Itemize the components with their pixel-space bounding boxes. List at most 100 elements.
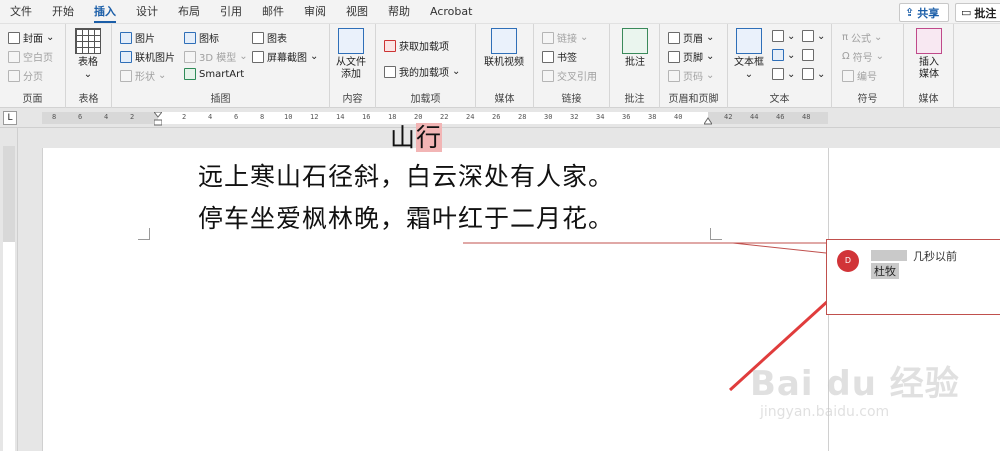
- blank-page-button[interactable]: 空白页: [8, 49, 53, 64]
- numbering-button[interactable]: 编号: [842, 68, 877, 83]
- numbering-icon: [842, 69, 854, 82]
- comments-button[interactable]: ▭ 批注: [955, 3, 1000, 22]
- drop-cap-button[interactable]: ⌄: [772, 68, 795, 80]
- document-search-icon: [338, 28, 364, 54]
- group-label-pages: 页面: [22, 94, 43, 105]
- signature-line-button[interactable]: ⌄: [802, 30, 825, 42]
- ruler-tick: 28: [518, 113, 527, 121]
- cross-reference-button[interactable]: 交叉引用: [542, 68, 597, 83]
- ruler-tick: 34: [596, 113, 605, 121]
- tab-mailings[interactable]: 邮件: [252, 0, 294, 24]
- commented-text[interactable]: 行: [416, 123, 443, 152]
- ruler-tick: 38: [648, 113, 657, 121]
- tab-home[interactable]: 开始: [42, 0, 84, 24]
- tab-acrobat[interactable]: Acrobat: [420, 0, 482, 24]
- table-icon: [75, 28, 101, 54]
- tab-selector[interactable]: L: [3, 111, 17, 125]
- ruler-tick: 30: [544, 113, 553, 121]
- textbox-button[interactable]: 文本框 ⌄: [734, 28, 764, 81]
- ruler-tick: 48: [802, 113, 811, 121]
- ruler-tick: 42: [724, 113, 733, 121]
- tab-view[interactable]: 视图: [336, 0, 378, 24]
- vertical-ruler-top-margin: [3, 146, 15, 242]
- chevron-down-icon: ⌄: [817, 30, 826, 42]
- comment-timestamp: 几秒以前: [913, 250, 957, 263]
- comment-text[interactable]: 杜牧: [871, 263, 899, 279]
- quick-parts-button[interactable]: ⌄: [772, 30, 795, 42]
- chevron-down-icon: ⌄: [706, 51, 715, 62]
- wordart-button[interactable]: ⌄: [772, 49, 795, 61]
- chevron-down-icon: ⌄: [239, 51, 248, 62]
- ruler-tick: 12: [310, 113, 319, 121]
- comment-card[interactable]: D 几秒以前 杜牧: [826, 239, 1000, 315]
- ruler-tick: 36: [622, 113, 631, 121]
- comment-author-redacted: [871, 250, 907, 261]
- table-button[interactable]: 表格 ⌄: [75, 28, 101, 81]
- tab-review[interactable]: 审阅: [294, 0, 336, 24]
- ruler-tick: 10: [284, 113, 293, 121]
- tab-references[interactable]: 引用: [210, 0, 252, 24]
- ruler-tick: 8: [52, 113, 57, 121]
- group-addins: 获取加载项 我的加载项 ⌄ 加载项: [376, 24, 476, 108]
- group-links: 链接 ⌄ 书签 交叉引用 链接: [534, 24, 610, 108]
- insert-media-button[interactable]: 插入 媒体: [916, 28, 942, 81]
- ruler-tick: 32: [570, 113, 579, 121]
- textbox-icon: [736, 28, 762, 54]
- from-file-button[interactable]: 从文件 添加: [336, 28, 366, 81]
- tab-file[interactable]: 文件: [0, 0, 42, 24]
- group-symbols: π 公式 ⌄ Ω 符号 ⌄ 编号 符号: [832, 24, 904, 108]
- group-label-tables: 表格: [78, 94, 99, 105]
- ruler-tick: 6: [78, 113, 83, 121]
- object-button[interactable]: ⌄: [802, 68, 825, 80]
- new-comment-button[interactable]: 批注: [622, 28, 648, 69]
- online-picture-button[interactable]: 联机图片: [120, 49, 175, 64]
- date-time-button[interactable]: [802, 49, 814, 61]
- bookmark-icon: [542, 50, 554, 63]
- tab-insert[interactable]: 插入: [84, 0, 126, 24]
- tab-help[interactable]: 帮助: [378, 0, 420, 24]
- header-button[interactable]: 页眉 ⌄: [668, 30, 714, 45]
- get-addins-button[interactable]: 获取加载项: [384, 38, 449, 53]
- page-number-icon: [668, 69, 680, 82]
- chart-button[interactable]: 图表: [252, 30, 287, 45]
- right-indent-marker[interactable]: [704, 112, 712, 126]
- page-number-button[interactable]: 页码 ⌄: [668, 68, 714, 83]
- screenshot-button[interactable]: 屏幕截图 ⌄: [252, 49, 318, 64]
- chevron-down-icon: ⌄: [874, 32, 883, 43]
- footer-button[interactable]: 页脚 ⌄: [668, 49, 714, 64]
- group-comments: 批注 批注: [610, 24, 660, 108]
- cover-page-button[interactable]: 封面 ⌄: [8, 30, 54, 45]
- ruler-tick: 2: [182, 113, 187, 121]
- drop-cap-icon: [772, 68, 784, 80]
- horizontal-ruler[interactable]: L 8 6 4 2 2 4 6 8 10 12 14 16 18 20 22 2…: [0, 108, 1000, 128]
- symbol-button[interactable]: Ω 符号 ⌄: [842, 49, 884, 64]
- chevron-down-icon: ⌄: [310, 51, 319, 62]
- ruler-tick: 16: [362, 113, 371, 121]
- signature-icon: [802, 30, 814, 42]
- pi-icon: π: [842, 32, 849, 43]
- icons-button[interactable]: 图标: [184, 30, 219, 45]
- online-video-button[interactable]: 联机视频: [484, 28, 524, 69]
- vertical-ruler-track[interactable]: [3, 146, 15, 451]
- vertical-ruler[interactable]: [0, 128, 18, 451]
- equation-button[interactable]: π 公式 ⌄: [842, 30, 882, 45]
- poem-title[interactable]: 山行: [390, 118, 443, 154]
- 3d-model-button[interactable]: 3D 模型 ⌄: [184, 49, 248, 64]
- tab-design[interactable]: 设计: [126, 0, 168, 24]
- shapes-button[interactable]: 形状 ⌄: [120, 68, 166, 83]
- poem-line-1[interactable]: 远上寒山石径斜，白云深处有人家。: [198, 157, 614, 193]
- link-button[interactable]: 链接 ⌄: [542, 30, 588, 45]
- group-media-insert: 插入 媒体 媒体: [904, 24, 954, 108]
- ruler-tick: 40: [674, 113, 683, 121]
- poem-line-2[interactable]: 停车坐爱枫林晚，霜叶红于二月花。: [198, 199, 614, 235]
- my-addins-button[interactable]: 我的加载项 ⌄: [384, 64, 460, 79]
- tab-layout[interactable]: 布局: [168, 0, 210, 24]
- ruler-tick: 44: [750, 113, 759, 121]
- document-page[interactable]: [42, 148, 828, 451]
- smartart-button[interactable]: SmartArt: [184, 68, 244, 80]
- left-indent-marker[interactable]: [154, 112, 162, 126]
- bookmark-button[interactable]: 书签: [542, 49, 577, 64]
- picture-button[interactable]: 图片: [120, 30, 155, 45]
- share-button[interactable]: ⇪ 共享: [899, 3, 949, 22]
- page-break-button[interactable]: 分页: [8, 68, 43, 83]
